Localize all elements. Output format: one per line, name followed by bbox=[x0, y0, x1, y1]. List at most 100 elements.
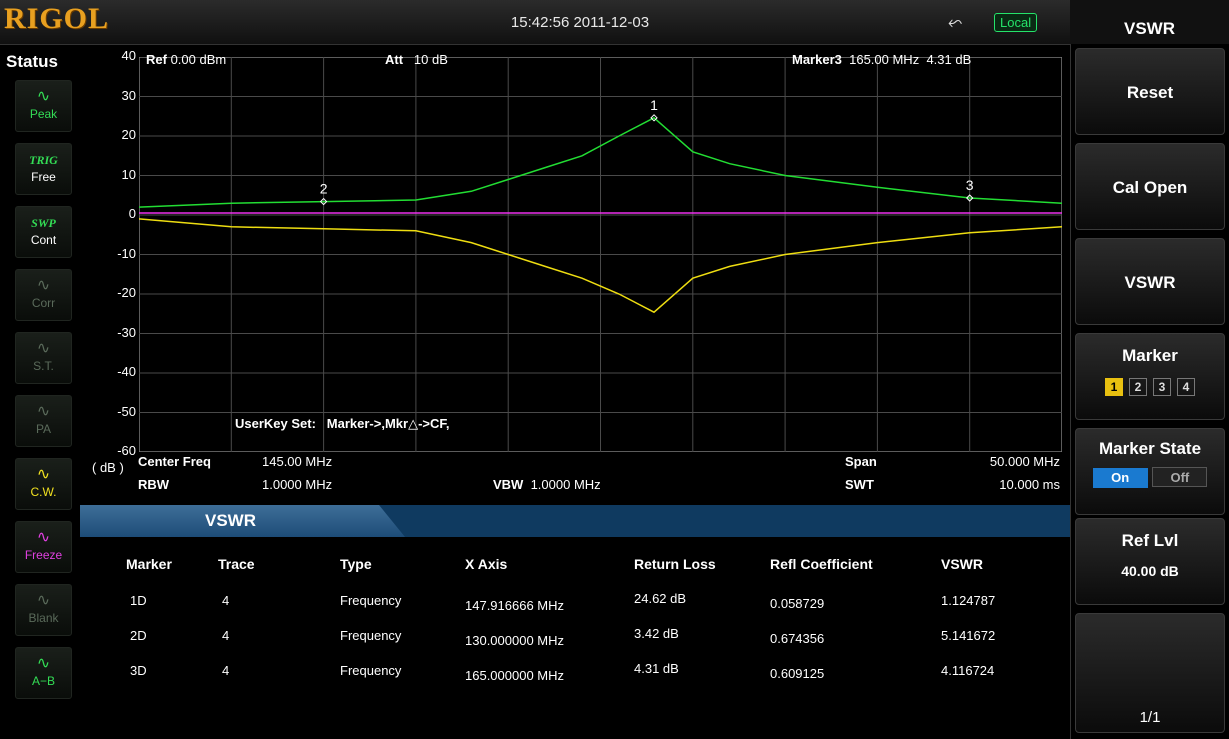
vswr-label: VSWR bbox=[1124, 273, 1176, 292]
status-item-corr[interactable]: ∿ Corr bbox=[15, 269, 72, 321]
status-badge: SWP bbox=[31, 216, 56, 230]
ref-lvl-value: 40.00 dB bbox=[1121, 563, 1179, 579]
y-tick-label: -20 bbox=[117, 285, 136, 300]
marker-number: 3 bbox=[966, 177, 974, 193]
tab-vswr-label: VSWR bbox=[205, 511, 256, 530]
swt-value: 10.000 ms bbox=[999, 477, 1060, 492]
att-label: Att bbox=[385, 52, 404, 67]
marker-option-4[interactable]: 4 bbox=[1177, 378, 1195, 396]
table-cell: Frequency bbox=[340, 628, 402, 643]
rigol-logo: RIGOL bbox=[4, 2, 110, 35]
ref-lvl-button[interactable]: Ref Lvl 40.00 dB bbox=[1075, 518, 1225, 605]
status-item-label: Cont bbox=[30, 233, 57, 247]
table-cell: 0.674356 bbox=[770, 631, 825, 646]
a-minus-b-icon: ∿ bbox=[36, 655, 51, 672]
status-item-free[interactable]: TRIG Free bbox=[15, 143, 72, 195]
table-header: Trace bbox=[218, 556, 255, 572]
marker-option-3[interactable]: 3 bbox=[1153, 378, 1171, 396]
table-cell: 4 bbox=[222, 593, 230, 608]
status-item-label: C.W. bbox=[30, 485, 57, 499]
table-header: Return Loss bbox=[634, 556, 716, 572]
status-item-label: A−B bbox=[31, 674, 55, 688]
status-title: Status bbox=[6, 52, 58, 71]
marker-number: 2 bbox=[320, 181, 328, 197]
status-item-label: S.T. bbox=[33, 359, 54, 373]
table-cell: 5.141672 bbox=[941, 628, 996, 643]
status-badge: TRIG bbox=[29, 153, 58, 167]
status-item-peak[interactable]: ∿ Peak bbox=[15, 80, 72, 132]
marker-state-on[interactable]: On bbox=[1092, 468, 1148, 488]
cal-open-button[interactable]: Cal Open bbox=[1075, 143, 1225, 230]
marker-number: 1 bbox=[650, 97, 658, 113]
status-item-freeze[interactable]: ∿ Freeze bbox=[15, 521, 72, 573]
marker-label: Marker bbox=[1122, 346, 1178, 365]
y-tick-label: -30 bbox=[117, 324, 136, 340]
center-freq-label: Center Freq bbox=[138, 454, 211, 469]
reset-label: Reset bbox=[1126, 83, 1174, 102]
status-item-a-b[interactable]: ∿ A−B bbox=[15, 647, 72, 699]
table-cell: 24.62 dB bbox=[634, 591, 687, 606]
status-item-blank[interactable]: ∿ Blank bbox=[15, 584, 72, 636]
status-item-label: PA bbox=[35, 422, 52, 436]
table-cell: 1.124787 bbox=[941, 593, 996, 608]
status-item-pa[interactable]: ∿ PA bbox=[15, 395, 72, 447]
marker-option-2[interactable]: 2 bbox=[1129, 378, 1147, 396]
table-cell: Frequency bbox=[340, 663, 402, 678]
usb-icon: ⬿ bbox=[948, 12, 963, 32]
marker-state-off[interactable]: Off bbox=[1152, 467, 1208, 487]
y-tick-label: 20 bbox=[121, 127, 136, 142]
table-cell: 1D bbox=[130, 593, 147, 608]
ref-value: 0.00 dBm bbox=[170, 52, 227, 67]
peak-icon: ∿ bbox=[36, 88, 51, 105]
vbw-label: VBW bbox=[493, 477, 524, 492]
cw-icon: ∿ bbox=[36, 466, 51, 483]
span-label: Span bbox=[845, 454, 877, 469]
page-button[interactable]: 1/1 bbox=[1075, 613, 1225, 733]
userkey-value: Marker->,Mkr△->CF, bbox=[326, 416, 450, 431]
marker-state-label: Marker State bbox=[1098, 439, 1202, 458]
status-item-label: Peak bbox=[29, 107, 58, 121]
marker-button[interactable]: Marker 1234 bbox=[1075, 333, 1225, 420]
table-cell: 147.916666 MHz bbox=[465, 598, 565, 613]
table-header: Marker bbox=[126, 556, 172, 572]
table-cell: 130.000000 MHz bbox=[465, 633, 565, 648]
marker-readout-value: 4.31 dB bbox=[926, 52, 972, 67]
status-item-label: Blank bbox=[28, 611, 59, 625]
status-item-cont[interactable]: SWP Cont bbox=[15, 206, 72, 258]
userkey-label: UserKey Set: bbox=[235, 416, 316, 431]
y-tick-label: 30 bbox=[121, 87, 136, 103]
marker-readout-freq: 165.00 MHz bbox=[849, 52, 920, 67]
cal-open-label: Cal Open bbox=[1112, 178, 1188, 197]
ref-label: Ref bbox=[146, 52, 167, 67]
spectrum-graph[interactable]: 1 2 3 bbox=[139, 57, 1062, 452]
status-item-s-t-[interactable]: ∿ S.T. bbox=[15, 332, 72, 384]
table-header: X Axis bbox=[465, 556, 508, 572]
status-item-label: Free bbox=[31, 170, 56, 184]
y-unit: ( dB ) bbox=[92, 460, 124, 475]
status-item-c-w-[interactable]: ∿ C.W. bbox=[15, 458, 72, 510]
table-cell: 2D bbox=[130, 628, 147, 643]
marker-option-1[interactable]: 1 bbox=[1105, 378, 1123, 396]
table-cell: 4.116724 bbox=[941, 663, 995, 678]
page-indicator: 1/1 bbox=[1139, 709, 1161, 726]
vbw-value: 1.0000 MHz bbox=[530, 477, 601, 492]
marker-selector: 1234 bbox=[1076, 376, 1224, 396]
y-tick-label: 0 bbox=[128, 206, 136, 221]
table-cell: 3D bbox=[130, 663, 147, 678]
vswr-button[interactable]: VSWR bbox=[1075, 238, 1225, 325]
y-tick-label: -10 bbox=[117, 245, 136, 261]
y-tick-label: -60 bbox=[117, 443, 136, 458]
status-item-label: Freeze bbox=[24, 548, 63, 562]
y-tick-label: -50 bbox=[117, 403, 136, 419]
pa-icon: ∿ bbox=[36, 403, 51, 420]
datetime: 15:42:56 2011-12-03 bbox=[510, 14, 650, 31]
reset-button[interactable]: Reset bbox=[1075, 48, 1225, 135]
marker-readout-label: Marker3 bbox=[792, 52, 842, 67]
center-freq-value: 145.00 MHz bbox=[262, 454, 333, 469]
table-cell: 4 bbox=[222, 628, 230, 643]
ref-lvl-label: Ref Lvl bbox=[1121, 531, 1179, 550]
y-tick-label: 40 bbox=[121, 48, 136, 63]
remote-status-badge: Local bbox=[994, 13, 1038, 32]
table-cell: 165.000000 MHz bbox=[465, 668, 565, 683]
marker-state-button[interactable]: Marker State On Off bbox=[1075, 428, 1225, 515]
